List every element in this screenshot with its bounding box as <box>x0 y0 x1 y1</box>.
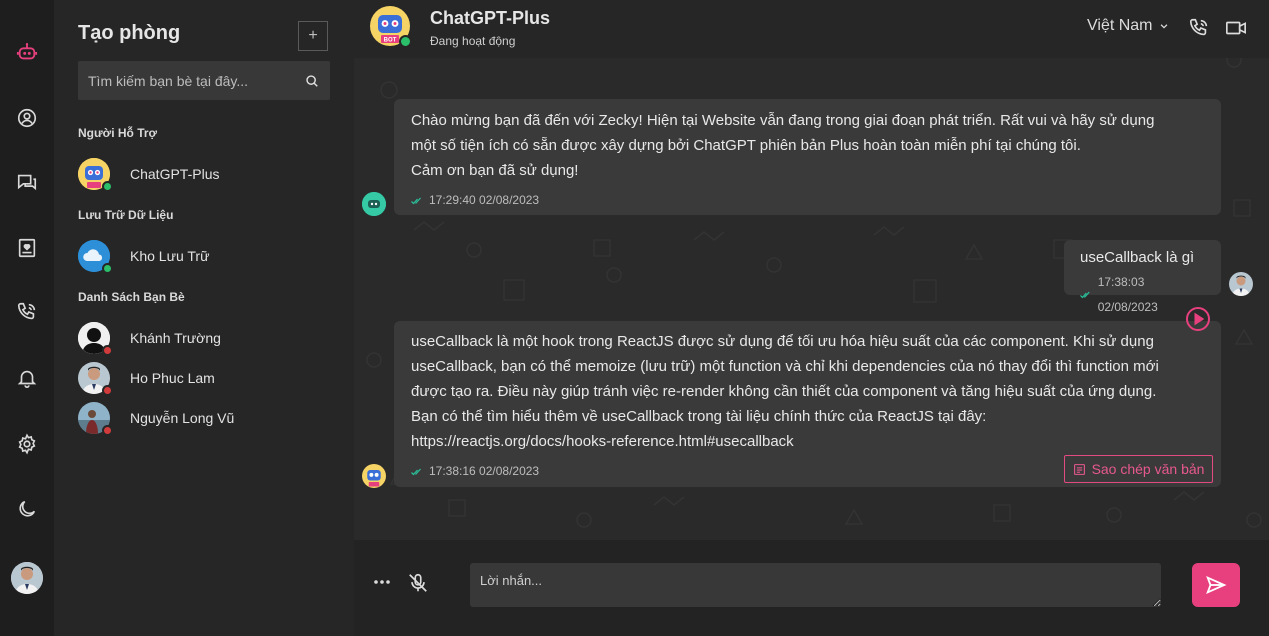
my-avatar <box>1229 272 1253 296</box>
nav-notifications-button[interactable] <box>0 358 54 398</box>
sidebar-title: Tạo phòng <box>78 22 181 44</box>
offline-status-dot <box>102 425 113 436</box>
online-status-dot <box>102 263 113 274</box>
copy-document-icon <box>1073 463 1085 475</box>
double-check-icon <box>1080 291 1090 299</box>
video-call-button[interactable] <box>1224 16 1248 40</box>
robot-logo-icon <box>16 43 38 60</box>
user-profile-icon <box>17 108 37 128</box>
nav-chats-button[interactable] <box>0 162 54 202</box>
send-button[interactable] <box>1192 563 1240 607</box>
contacts-book-icon <box>18 238 36 258</box>
microphone-off-icon <box>409 573 427 592</box>
section-title-storage: Lưu Trữ Dữ Liệu <box>78 208 174 222</box>
message-bubble-me: useCallback là gì 17:38:03 02/08/2023 <box>1064 240 1221 314</box>
message-meta: 17:29:40 02/08/2023 <box>411 188 1204 213</box>
message-time: 17:29:40 02/08/2023 <box>429 193 540 207</box>
nav-settings-button[interactable] <box>0 424 54 464</box>
language-label: Việt Nam <box>1087 17 1153 34</box>
offline-status-dot <box>102 345 113 356</box>
nav-profile-button[interactable] <box>0 98 54 138</box>
avatar <box>78 362 113 396</box>
online-status-dot <box>102 181 113 192</box>
phone-call-icon <box>1189 18 1208 36</box>
avatar <box>78 240 113 274</box>
friend-search-input[interactable] <box>78 61 294 100</box>
more-options-button[interactable] <box>372 572 392 592</box>
section-title-support: Người Hỗ Trợ <box>78 126 158 140</box>
offline-status-dot <box>102 385 113 396</box>
avatar <box>78 158 113 192</box>
bell-icon <box>17 370 37 388</box>
contact-ho-phuc-lam[interactable]: Ho Phuc Lam <box>78 361 330 396</box>
online-status-dot <box>399 35 412 48</box>
play-circle-icon <box>1186 307 1210 331</box>
message-composer <box>354 540 1269 636</box>
bot-badge: BOT <box>384 38 397 44</box>
section-title-friends: Danh Sách Bạn Bè <box>78 290 185 304</box>
contact-storage[interactable]: Kho Lưu Trữ <box>78 239 330 274</box>
copy-text-label: Sao chép văn bản <box>1091 461 1205 477</box>
chevron-down-icon <box>1160 24 1167 29</box>
gear-icon <box>18 433 36 455</box>
friend-search-box <box>78 61 330 100</box>
nav-calls-button[interactable] <box>0 292 54 332</box>
robot-icon <box>362 192 386 216</box>
message-text: useCallback là một hook trong ReactJS đư… <box>411 333 1159 450</box>
create-room-button[interactable]: + <box>298 21 328 51</box>
voice-call-button[interactable] <box>1187 16 1211 40</box>
contacts-sidebar: Tạo phòng + Người Hỗ Trợ ChatGPT-Plus Lư… <box>54 0 354 636</box>
current-user-avatar[interactable] <box>11 562 43 594</box>
contact-name: Khánh Trường <box>130 330 221 346</box>
bot-avatar <box>362 464 386 488</box>
copy-text-button[interactable]: Sao chép văn bản <box>1064 455 1213 483</box>
language-select[interactable]: Việt Nam <box>1087 17 1169 35</box>
contact-khanh-truong[interactable]: Khánh Trường <box>78 321 330 356</box>
text-to-speech-button[interactable] <box>1185 306 1211 332</box>
message-text: Chào mừng bạn đã đến với Zecky! Hiện tại… <box>411 112 1155 179</box>
chat-header: BOT ChatGPT-Plus Đang hoạt động Việt Nam <box>354 0 1269 58</box>
nav-theme-toggle[interactable] <box>0 489 54 529</box>
send-icon <box>1206 575 1227 595</box>
message-bubble-bot: Chào mừng bạn đã đến với Zecky! Hiện tại… <box>394 99 1221 215</box>
nav-contacts-button[interactable] <box>0 228 54 268</box>
moon-icon <box>19 500 36 517</box>
message-input[interactable] <box>470 563 1161 607</box>
chat-icon <box>17 174 37 191</box>
chat-avatar[interactable]: BOT <box>370 6 412 48</box>
avatar <box>78 402 113 436</box>
chat-title: ChatGPT-Plus <box>430 8 551 28</box>
double-check-icon <box>411 468 421 475</box>
contact-chatgpt-plus[interactable]: ChatGPT-Plus <box>78 157 330 192</box>
contact-name: ChatGPT-Plus <box>130 166 220 182</box>
app-logo[interactable] <box>0 32 54 72</box>
contact-nguyen-long-vu[interactable]: Nguyễn Long Vũ <box>78 401 330 436</box>
chat-status: Đang hoạt động <box>430 34 516 48</box>
contact-name: Kho Lưu Trữ <box>130 248 210 264</box>
more-horizontal-icon <box>374 580 390 584</box>
avatar <box>78 322 113 356</box>
double-check-icon <box>411 197 421 204</box>
bot-avatar <box>362 192 386 216</box>
contact-name: Ho Phuc Lam <box>130 370 215 386</box>
contact-name: Nguyễn Long Vũ <box>130 410 235 426</box>
microphone-button[interactable] <box>407 572 429 594</box>
message-text: useCallback là gì <box>1080 249 1195 266</box>
chat-panel: BOT ChatGPT-Plus Đang hoạt động Việt Nam… <box>354 0 1269 636</box>
search-icon[interactable] <box>294 74 330 88</box>
video-camera-icon <box>1226 21 1246 35</box>
message-time: 17:38:16 02/08/2023 <box>429 464 540 478</box>
nav-rail <box>0 0 54 636</box>
phone-call-icon <box>17 302 36 320</box>
